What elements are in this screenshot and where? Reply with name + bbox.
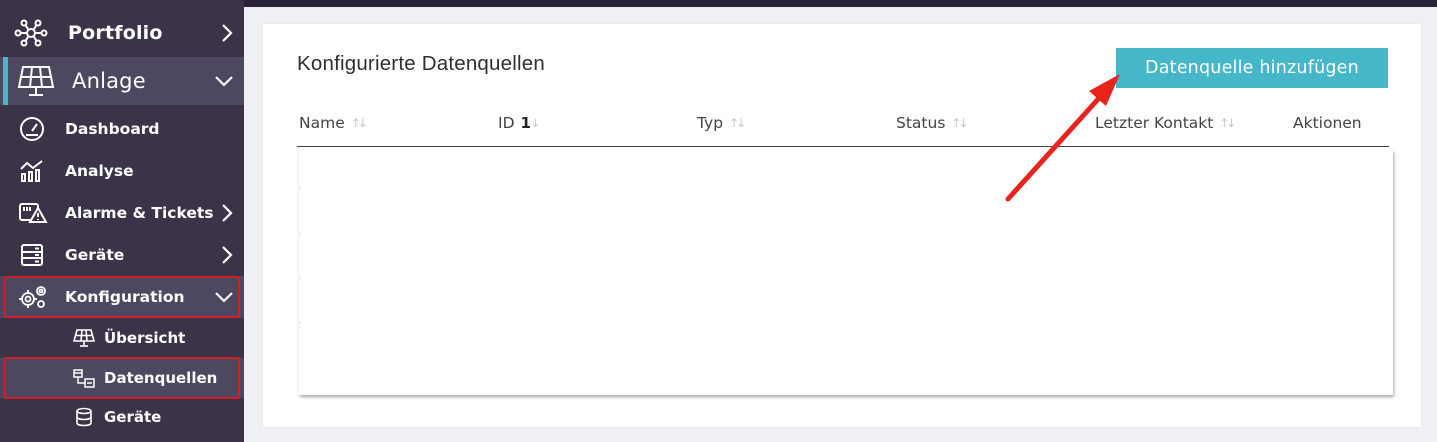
chevron-right-icon [220, 203, 234, 223]
sidebar-subitem-geraete[interactable]: Geräte [0, 398, 244, 436]
column-header-letzter-kontakt[interactable]: Letzter Kontakt ↑↓ [1095, 114, 1236, 132]
sort-order-indicator: 1 [520, 114, 531, 132]
sidebar-item-dashboard[interactable]: Dashboard [0, 108, 244, 150]
sidebar: Portfolio Anlage Dashboard Analyse Alarm… [0, 0, 244, 442]
alarm-warning-icon [18, 199, 48, 227]
gears-icon [18, 283, 48, 311]
sidebar-item-geraete[interactable]: Geräte [0, 234, 244, 276]
sidebar-item-label: Analyse [65, 162, 134, 180]
column-header-aktionen: Aktionen [1293, 114, 1362, 132]
sidebar-subitem-uebersicht[interactable]: Übersicht [0, 319, 244, 357]
page-title: Konfigurierte Datenquellen [297, 52, 545, 75]
sidebar-item-label: Portfolio [68, 22, 163, 44]
sidebar-item-label: Geräte [104, 408, 162, 426]
sidebar-item-label: Konfiguration [65, 288, 185, 306]
sort-icon: ↑↓ [1219, 116, 1236, 130]
sidebar-item-label: Übersicht [104, 329, 186, 347]
database-icon [72, 406, 96, 428]
column-header-typ[interactable]: Typ ↑↓ [697, 114, 746, 132]
network-icon [12, 18, 50, 48]
chevron-right-icon [220, 245, 234, 265]
datasource-table-body [299, 150, 1393, 395]
chart-icon [18, 157, 46, 185]
table-row [299, 322, 301, 323]
sidebar-item-anlage[interactable]: Anlage [0, 57, 244, 105]
sidebar-item-label: Dashboard [65, 120, 160, 138]
column-label: Letzter Kontakt [1095, 114, 1214, 132]
column-label: Aktionen [1293, 114, 1362, 132]
column-label: ID [498, 114, 515, 132]
sidebar-item-analyse[interactable]: Analyse [0, 150, 244, 192]
sidebar-subitem-datenquellen[interactable]: Datenquellen [0, 358, 244, 398]
solar-panel-icon [72, 327, 96, 349]
sidebar-item-label: Alarme & Tickets [65, 204, 214, 222]
sidebar-item-label: Datenquellen [104, 369, 218, 387]
column-header-id[interactable]: ID 1 ↓ [498, 114, 540, 132]
sidebar-item-alarme[interactable]: Alarme & Tickets [0, 192, 244, 234]
sort-icon: ↑↓ [951, 116, 968, 130]
sort-icon: ↑↓ [729, 116, 746, 130]
column-label: Name [299, 114, 345, 132]
solar-panel-icon [16, 64, 56, 98]
table-row [299, 233, 301, 234]
sidebar-item-label: Anlage [72, 69, 146, 93]
chevron-down-icon [214, 74, 234, 88]
column-label: Status [896, 114, 946, 132]
column-label: Typ [697, 114, 724, 132]
table-row [299, 188, 301, 189]
sort-icon: ↑↓ [350, 116, 368, 130]
sidebar-item-portfolio[interactable]: Portfolio [0, 11, 244, 55]
server-icon [18, 241, 46, 269]
chevron-down-icon [214, 290, 234, 304]
chevron-right-icon [220, 23, 234, 43]
sort-descending-icon: ↓ [530, 116, 541, 130]
table-row [299, 278, 301, 279]
column-header-status[interactable]: Status ↑↓ [896, 114, 969, 132]
table-header-divider [297, 146, 1389, 147]
data-source-icon [72, 367, 96, 389]
sidebar-item-label: Geräte [65, 246, 125, 264]
gauge-icon [18, 115, 46, 143]
sidebar-item-konfiguration[interactable]: Konfiguration [0, 276, 244, 318]
column-header-name[interactable]: Name ↑↓ [299, 114, 368, 132]
add-datasource-button[interactable]: Datenquelle hinzufügen [1116, 48, 1388, 88]
datasources-panel: Konfigurierte Datenquellen Datenquelle h… [263, 24, 1421, 427]
